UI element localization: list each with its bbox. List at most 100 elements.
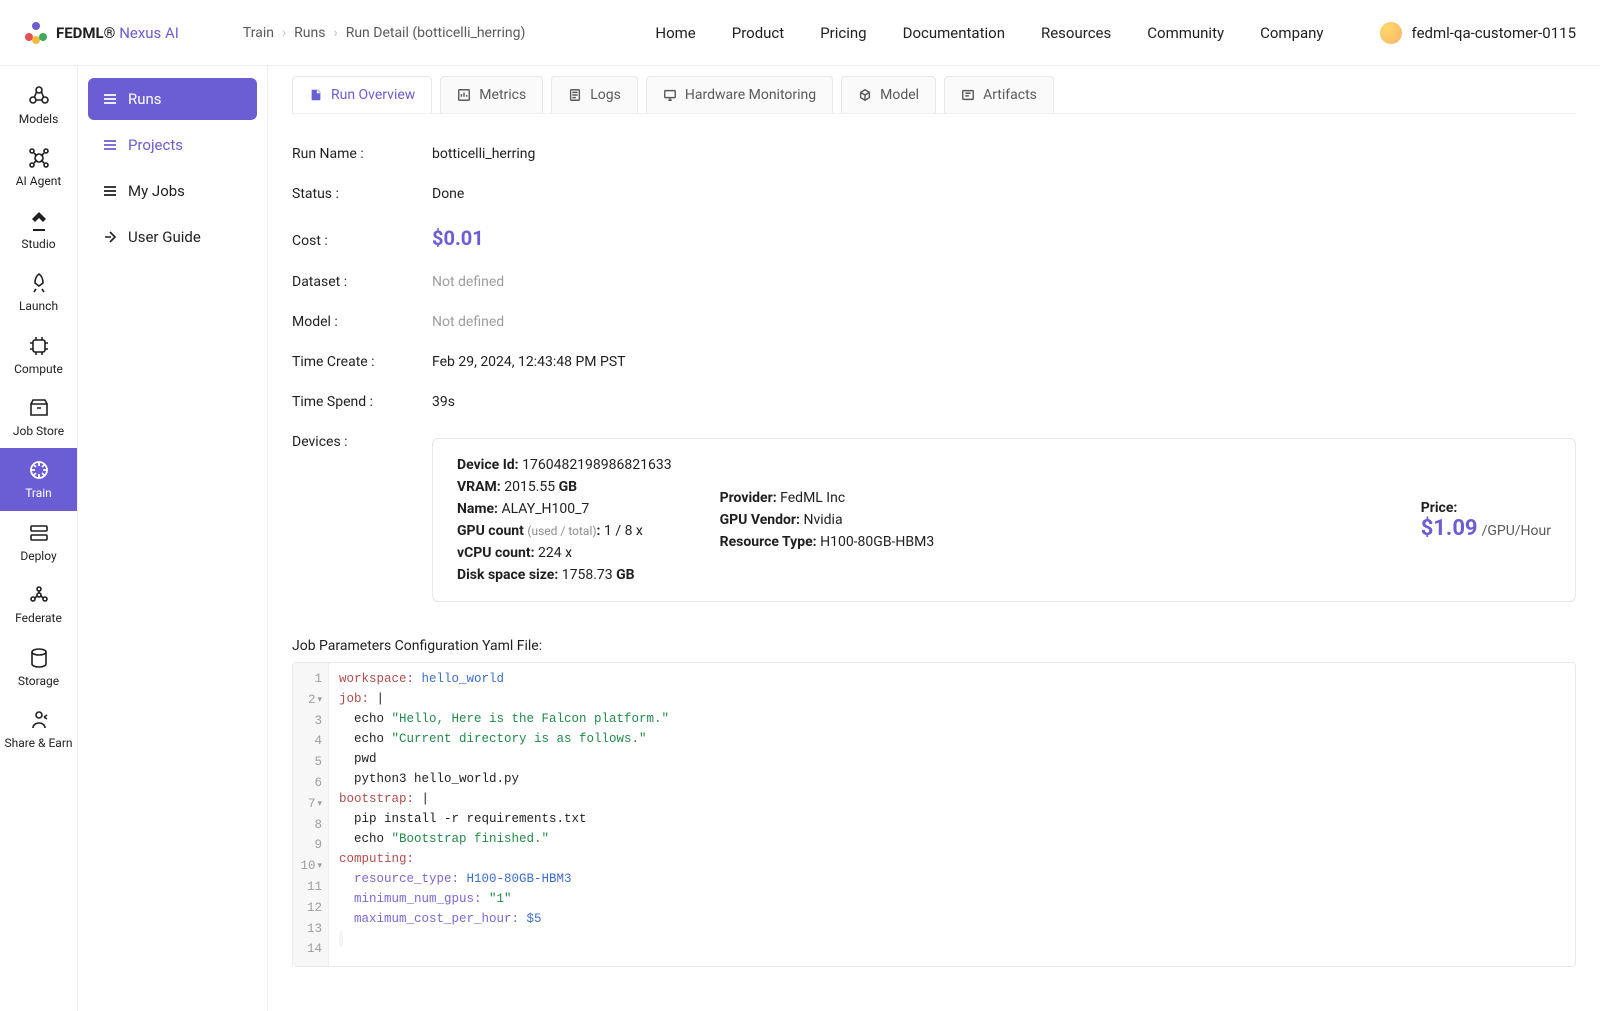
tab-metrics[interactable]: Metrics — [440, 76, 543, 113]
nav-home[interactable]: Home — [655, 24, 695, 42]
value-time-spend: 39s — [432, 394, 455, 410]
nav-company[interactable]: Company — [1260, 24, 1323, 42]
user-menu[interactable]: fedml-qa-customer-0115 — [1380, 22, 1576, 44]
overview-icon — [309, 88, 323, 102]
train-icon — [27, 458, 51, 482]
label-created: Time Create : — [292, 354, 432, 370]
metrics-icon — [457, 88, 471, 102]
brand-mark-icon — [24, 21, 48, 45]
rail-models[interactable]: Models — [0, 74, 77, 136]
rail-label: Federate — [15, 611, 62, 625]
federate-icon — [27, 583, 51, 607]
deploy-icon — [27, 521, 51, 545]
rail-label: AI Agent — [16, 174, 62, 188]
nav-pricing[interactable]: Pricing — [820, 24, 866, 42]
list-icon — [102, 137, 118, 153]
left-rail: Models AI Agent Studio Launch Compute Jo… — [0, 66, 78, 1011]
code-content[interactable]: workspace: hello_world job: | echo "Hell… — [329, 663, 1575, 966]
rail-studio[interactable]: Studio — [0, 199, 77, 261]
tab-model[interactable]: Model — [841, 76, 936, 113]
topbar: FEDML® Nexus AI Train › Runs › Run Detai… — [0, 0, 1600, 66]
top-nav: Home Product Pricing Documentation Resou… — [655, 24, 1323, 42]
value-model: Not defined — [432, 314, 504, 330]
label-time-spend: Time Spend : — [292, 394, 432, 410]
line-gutter: 1 2 3 4 5 6 7 8 9 10 11 12 13 14 — [293, 663, 329, 966]
nav-product[interactable]: Product — [732, 24, 784, 42]
value-dataset: Not defined — [432, 274, 504, 290]
rail-share-earn[interactable]: Share & Earn — [0, 698, 77, 760]
rail-storage[interactable]: Storage — [0, 636, 77, 698]
rail-launch[interactable]: Launch — [0, 261, 77, 323]
subnav-label: Runs — [128, 90, 162, 108]
rail-job-store[interactable]: Job Store — [0, 386, 77, 448]
label-status: Status : — [292, 186, 432, 202]
rail-label: Studio — [21, 237, 55, 251]
guide-icon — [102, 229, 118, 245]
device-gpu-count: 1 / 8 x — [604, 523, 643, 539]
rail-compute[interactable]: Compute — [0, 324, 77, 386]
tab-label: Artifacts — [983, 87, 1037, 103]
crumb-train[interactable]: Train — [243, 25, 274, 41]
tabs: Run Overview Metrics Logs Hardware Monit… — [292, 76, 1576, 114]
list-icon — [102, 183, 118, 199]
rail-label: Deploy — [20, 549, 56, 563]
rail-federate[interactable]: Federate — [0, 573, 77, 635]
crumb-run-detail: Run Detail (botticelli_herring) — [346, 25, 526, 41]
tab-label: Metrics — [479, 87, 526, 103]
subnav-label: Projects — [128, 136, 183, 154]
chevron-right-icon: › — [282, 25, 286, 41]
subnav-user-guide[interactable]: User Guide — [88, 216, 257, 258]
tab-hardware[interactable]: Hardware Monitoring — [646, 76, 833, 113]
device-resource-type: H100-80GB-HBM3 — [820, 534, 934, 550]
tab-logs[interactable]: Logs — [551, 76, 638, 113]
label-devices: Devices : — [292, 434, 432, 450]
subnav-label: My Jobs — [128, 182, 185, 200]
nav-community[interactable]: Community — [1147, 24, 1224, 42]
model-icon — [858, 88, 872, 102]
price-unit: /GPU/Hour — [1482, 523, 1551, 539]
tab-artifacts[interactable]: Artifacts — [944, 76, 1054, 113]
monitor-icon — [663, 88, 677, 102]
artifacts-icon — [961, 88, 975, 102]
avatar — [1380, 22, 1402, 44]
tab-label: Logs — [590, 87, 621, 103]
rail-deploy[interactable]: Deploy — [0, 511, 77, 573]
label-cost: Cost : — [292, 233, 432, 249]
user-name: fedml-qa-customer-0115 — [1412, 24, 1576, 42]
device-disk: 1758.73 — [562, 567, 613, 583]
models-icon — [27, 84, 51, 108]
rail-label: Train — [25, 486, 52, 500]
rail-label: Models — [19, 112, 59, 126]
tab-run-overview[interactable]: Run Overview — [292, 76, 432, 113]
subnav-runs[interactable]: Runs — [88, 78, 257, 120]
rail-ai-agent[interactable]: AI Agent — [0, 136, 77, 198]
tab-label: Model — [880, 87, 919, 103]
crumb-runs[interactable]: Runs — [294, 25, 325, 41]
rail-label: Share & Earn — [4, 736, 72, 750]
brand-logo[interactable]: FEDML® Nexus AI — [24, 21, 179, 45]
value-status: Done — [432, 186, 464, 202]
label-model: Model : — [292, 314, 432, 330]
yaml-label: Job Parameters Configuration Yaml File: — [292, 638, 1576, 654]
yaml-editor[interactable]: 1 2 3 4 5 6 7 8 9 10 11 12 13 14 workspa… — [292, 662, 1576, 967]
share-icon — [27, 708, 51, 732]
label-run-name: Run Name : — [292, 146, 432, 162]
value-cost: $0.01 — [432, 226, 484, 250]
nav-documentation[interactable]: Documentation — [903, 24, 1005, 42]
logs-icon — [568, 88, 582, 102]
brand-text: FEDML® Nexus AI — [56, 24, 179, 42]
job-store-icon — [27, 396, 51, 420]
list-icon — [102, 91, 118, 107]
main-content: Run Overview Metrics Logs Hardware Monit… — [268, 66, 1600, 1011]
rail-label: Job Store — [13, 424, 64, 438]
device-vcpu: 224 x — [538, 545, 572, 561]
subnav-projects[interactable]: Projects — [88, 124, 257, 166]
sub-nav: Runs Projects My Jobs User Guide — [78, 66, 268, 1011]
subnav-my-jobs[interactable]: My Jobs — [88, 170, 257, 212]
rail-train[interactable]: Train — [0, 448, 77, 510]
price-value: $1.09 — [1421, 516, 1478, 541]
run-details: Run Name :botticelli_herring Status :Don… — [292, 114, 1576, 987]
value-run-name: botticelli_herring — [432, 146, 535, 162]
label-dataset: Dataset : — [292, 274, 432, 290]
nav-resources[interactable]: Resources — [1041, 24, 1111, 42]
